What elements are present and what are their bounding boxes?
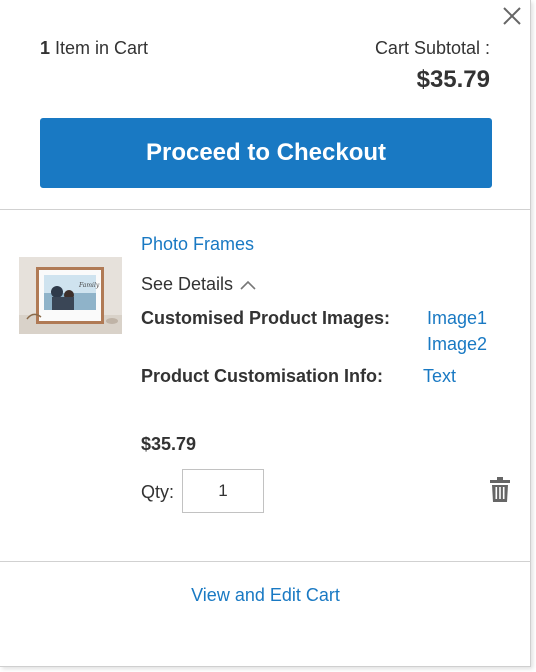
option-value-image2[interactable]: Image2 [427,334,487,355]
chevron-up-icon [240,280,256,290]
divider [0,561,531,562]
proceed-to-checkout-button[interactable]: Proceed to Checkout [40,118,492,188]
items-count-number: 1 [40,38,51,58]
view-cart-row: View and Edit Cart [0,585,531,606]
subtotal-label: Cart Subtotal : [374,38,490,58]
cart-summary: 1 Item in Cart Cart Subtotal : $35.79 [40,36,490,96]
product-name-link[interactable]: Photo Frames [141,234,254,255]
items-count: 1 Item in Cart [40,38,148,59]
trash-icon [490,477,510,502]
option-label-info: Product Customisation Info: [141,366,383,386]
close-icon [503,7,521,25]
option-value-text[interactable]: Text [423,366,456,387]
minicart-dropdown: 1 Item in Cart Cart Subtotal : $35.79 Pr… [0,0,531,667]
option-value-image1[interactable]: Image1 [427,308,487,329]
option-label-images: Customised Product Images: [141,308,391,328]
see-details-toggle[interactable]: See Details [141,274,257,295]
product-thumbnail[interactable]: Family [19,257,122,334]
see-details-label: See Details [141,274,234,294]
subtotal-amount: $35.79 [416,66,490,93]
qty-input[interactable] [182,469,264,513]
item-price: $35.79 [141,434,197,454]
items-count-label: Item in Cart [55,38,149,58]
photo-frame-image: Family [19,257,122,334]
cart-item: Family Photo Frames See Details Customis… [0,210,531,560]
frame-caption: Family [78,282,100,289]
delete-item-button[interactable] [489,477,511,503]
qty-label: Qty: [141,482,175,502]
view-and-edit-cart-link[interactable]: View and Edit Cart [191,585,340,605]
close-button[interactable] [502,6,522,26]
